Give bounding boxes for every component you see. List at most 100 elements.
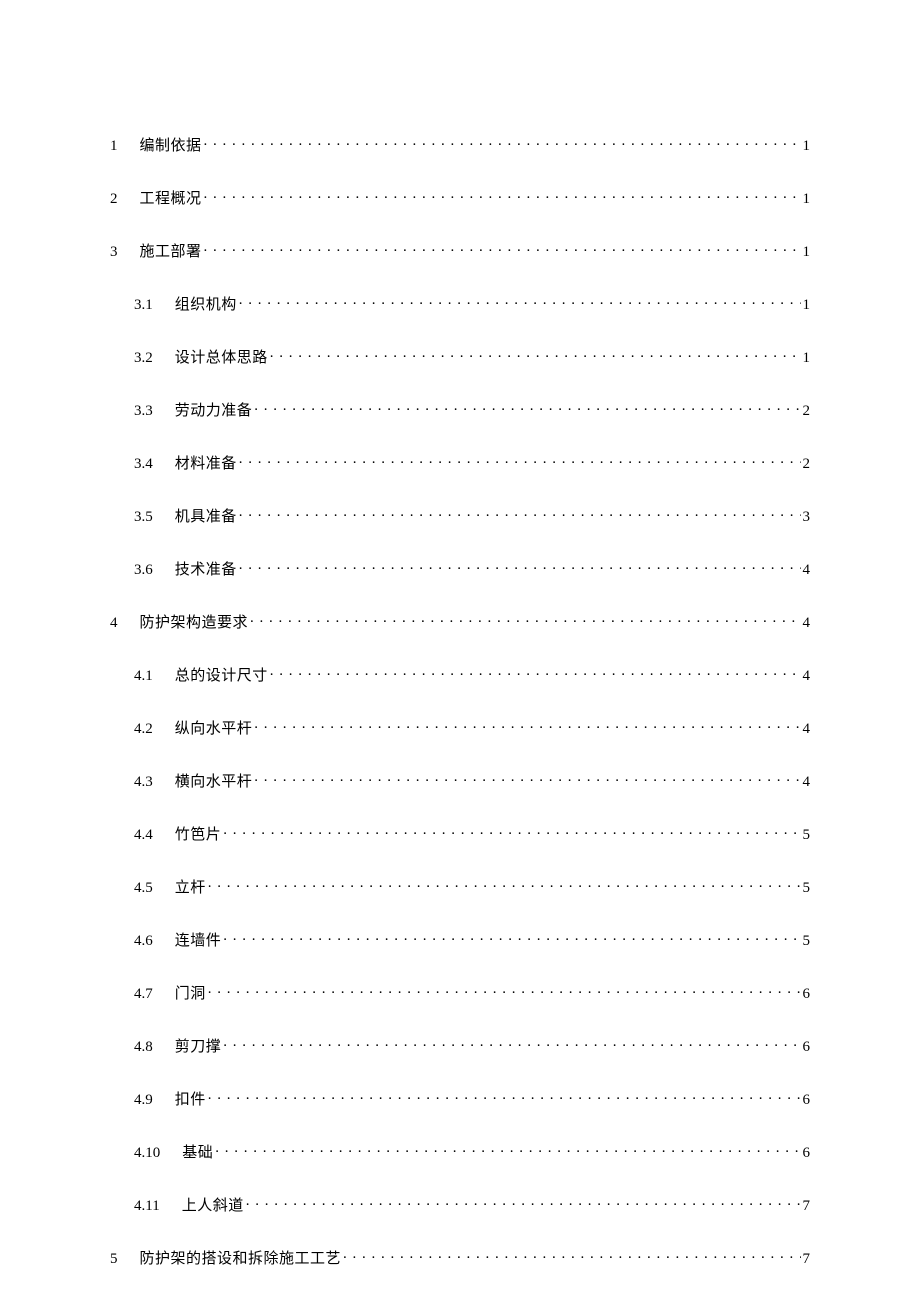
toc-entry-page: 1 (803, 190, 811, 208)
toc-leader-dots (223, 930, 800, 945)
toc-entry-number: 2 (110, 190, 140, 208)
toc-entry-number: 3.5 (134, 508, 175, 526)
toc-leader-dots (239, 506, 801, 521)
toc-entry: 3.2设计总体思路 1 (134, 347, 810, 367)
toc-entry-number: 4.1 (134, 667, 175, 685)
toc-entry-title: 组织机构 (175, 296, 237, 314)
toc-entry: 3.1组织机构 1 (134, 294, 810, 314)
toc-entry-number: 4.5 (134, 879, 175, 897)
toc-entry: 4.4竹笆片5 (134, 824, 810, 844)
toc-entry-title: 基础 (182, 1144, 213, 1162)
toc-entry-page: 1 (803, 296, 811, 314)
toc-entry-page: 4 (803, 614, 811, 632)
toc-leader-dots (250, 612, 800, 627)
toc-entry-number: 3.3 (134, 402, 175, 420)
toc-entry-page: 3 (803, 508, 811, 526)
toc-entry-page: 5 (803, 826, 811, 844)
toc-entry-page: 6 (803, 985, 811, 1003)
toc-entry: 4防护架构造要求4 (110, 612, 810, 632)
toc-leader-dots (208, 1089, 801, 1104)
toc-entry: 4.8剪刀撑 6 (134, 1036, 810, 1056)
toc-entry: 4.7门洞6 (134, 983, 810, 1003)
toc-leader-dots (270, 665, 801, 680)
toc-entry-title: 扣件 (175, 1091, 206, 1109)
toc-entry-title: 横向水平杆 (175, 773, 253, 791)
toc-entry-number: 3.4 (134, 455, 175, 473)
toc-leader-dots (239, 453, 801, 468)
toc-entry-page: 5 (803, 879, 811, 897)
toc-entry-number: 4.8 (134, 1038, 175, 1056)
toc-entry-number: 3.1 (134, 296, 175, 314)
toc-entry-page: 2 (803, 402, 811, 420)
toc-entry-title: 剪刀撑 (175, 1038, 222, 1056)
toc-entry-title: 上人斜道 (182, 1197, 244, 1215)
toc-entry-page: 1 (803, 243, 811, 261)
toc-entry-page: 1 (803, 349, 811, 367)
toc-entry-title: 技术准备 (175, 561, 237, 579)
toc-entry-title: 编制依据 (140, 137, 202, 155)
toc-entry-title: 连墙件 (175, 932, 222, 950)
toc-entry: 5防护架的搭设和拆除施工工艺 7 (110, 1248, 810, 1268)
toc-leader-dots (246, 1195, 801, 1210)
toc-entry-page: 6 (803, 1144, 811, 1162)
toc-entry-title: 防护架构造要求 (140, 614, 249, 632)
toc-entry-title: 总的设计尺寸 (175, 667, 268, 685)
toc-entry-page: 7 (803, 1250, 811, 1268)
toc-entry-title: 机具准备 (175, 508, 237, 526)
toc-entry-title: 工程概况 (140, 190, 202, 208)
toc-entry: 4.6连墙件 5 (134, 930, 810, 950)
toc-entry: 3.3劳动力准备2 (134, 400, 810, 420)
toc-leader-dots (204, 241, 801, 256)
toc-entry-number: 5 (110, 1250, 140, 1268)
toc-entry-title: 纵向水平杆 (175, 720, 253, 738)
toc-entry-number: 4.9 (134, 1091, 175, 1109)
toc-entry: 4.1总的设计尺寸4 (134, 665, 810, 685)
toc-entry-title: 竹笆片 (175, 826, 222, 844)
toc-leader-dots (223, 1036, 800, 1051)
toc-entry-number: 3 (110, 243, 140, 261)
table-of-contents: 1编制依据12工程概况13施工部署13.1组织机构13.2设计总体思路13.3劳… (110, 135, 810, 1268)
toc-leader-dots (223, 824, 800, 839)
toc-entry-page: 5 (803, 932, 811, 950)
toc-entry-page: 4 (803, 773, 811, 791)
toc-entry-number: 4 (110, 614, 140, 632)
toc-leader-dots (239, 294, 801, 309)
toc-entry-page: 6 (803, 1091, 811, 1109)
toc-leader-dots (215, 1142, 800, 1157)
toc-entry-title: 材料准备 (175, 455, 237, 473)
toc-entry: 3.4材料准备 2 (134, 453, 810, 473)
toc-entry-page: 4 (803, 720, 811, 738)
toc-entry: 4.2纵向水平杆4 (134, 718, 810, 738)
toc-leader-dots (208, 877, 801, 892)
toc-entry-number: 4.6 (134, 932, 175, 950)
toc-entry-number: 3.6 (134, 561, 175, 579)
toc-leader-dots (204, 135, 801, 150)
toc-entry: 2工程概况 1 (110, 188, 810, 208)
toc-leader-dots (239, 559, 801, 574)
toc-entry: 4.10基础6 (134, 1142, 810, 1162)
toc-entry: 4.9扣件 6 (134, 1089, 810, 1109)
toc-entry-page: 6 (803, 1038, 811, 1056)
toc-leader-dots (270, 347, 801, 362)
toc-leader-dots (204, 188, 801, 203)
toc-entry-number: 4.11 (134, 1197, 182, 1215)
toc-entry-number: 1 (110, 137, 140, 155)
toc-entry: 4.3横向水平杆 4 (134, 771, 810, 791)
toc-entry: 4.5立杆 5 (134, 877, 810, 897)
toc-entry-title: 门洞 (175, 985, 206, 1003)
toc-entry-page: 1 (803, 137, 811, 155)
toc-entry: 4.11上人斜道 7 (134, 1195, 810, 1215)
toc-entry-title: 防护架的搭设和拆除施工工艺 (140, 1250, 342, 1268)
toc-entry-title: 设计总体思路 (175, 349, 268, 367)
toc-entry-number: 3.2 (134, 349, 175, 367)
toc-leader-dots (208, 983, 801, 998)
toc-entry-page: 7 (803, 1197, 811, 1215)
toc-entry-title: 立杆 (175, 879, 206, 897)
toc-entry-number: 4.3 (134, 773, 175, 791)
toc-entry-page: 2 (803, 455, 811, 473)
toc-leader-dots (254, 718, 800, 733)
toc-entry-title: 施工部署 (140, 243, 202, 261)
toc-leader-dots (254, 771, 800, 786)
toc-page: 1编制依据12工程概况13施工部署13.1组织机构13.2设计总体思路13.3劳… (0, 0, 920, 1301)
toc-leader-dots (254, 400, 800, 415)
